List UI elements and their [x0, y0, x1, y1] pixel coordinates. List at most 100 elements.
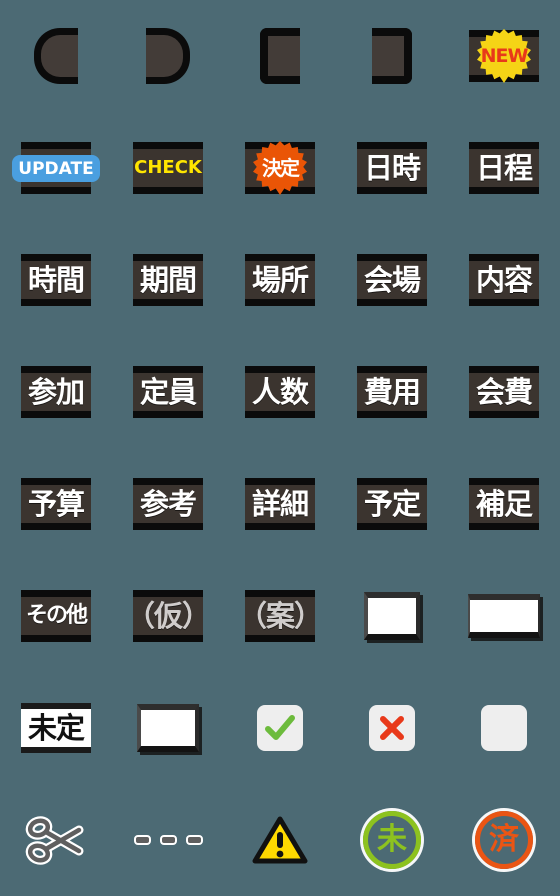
emoji-cell-paren-left[interactable]	[0, 0, 112, 112]
emoji-cell-jikan[interactable]: 時間	[0, 224, 112, 336]
emoji-cell-paren-right[interactable]	[112, 0, 224, 112]
nichiji-label-plate: 日時	[357, 142, 427, 194]
jikan-label-plate: 時間	[21, 254, 91, 306]
emoji-cell-teiin[interactable]: 定員	[112, 336, 224, 448]
round-bracket-right-shape	[146, 28, 190, 84]
emoji-cell-hiyou[interactable]: 費用	[336, 336, 448, 448]
round-bracket-right	[146, 28, 190, 84]
shousai-label-plate: 詳細	[245, 478, 315, 530]
emoji-cell-ninzuu[interactable]: 人数	[224, 336, 336, 448]
blank-wide-box	[468, 594, 540, 638]
sankou-label-text: 参考	[139, 486, 197, 521]
warning-triangle-icon	[252, 816, 308, 864]
emoji-cell-yosan[interactable]: 予算	[0, 448, 112, 560]
emoji-cell-scissors[interactable]	[0, 784, 112, 896]
check-badge-text: CHECK	[134, 157, 202, 178]
square-bracket-right-shape	[372, 28, 412, 84]
hiyou-label-plate: 費用	[357, 366, 427, 418]
emoji-cell-crossmark[interactable]	[336, 672, 448, 784]
teiin-label-text: 定員	[139, 374, 197, 409]
emoji-cell-warning[interactable]	[224, 784, 336, 896]
kaijou-label-text: 会場	[363, 262, 421, 297]
naiyou-label-plate: 内容	[469, 254, 539, 306]
cross-mark-icon	[380, 716, 404, 740]
yosan-label-text: 予算	[27, 486, 85, 521]
emoji-cell-nittei[interactable]: 日程	[448, 112, 560, 224]
shousai-label-text: 詳細	[251, 486, 309, 521]
emoji-cell-naiyou[interactable]: 内容	[448, 224, 560, 336]
emoji-cell-blank-a[interactable]	[336, 560, 448, 672]
new-badge-plate: NEW	[469, 29, 539, 83]
an-label-plate: （案）	[238, 590, 323, 642]
mi-stamp-icon-text: 未	[377, 822, 407, 857]
emoji-cell-cutline[interactable]	[112, 784, 224, 896]
cross-mark-icon-tile	[369, 705, 415, 751]
scissors-icon	[25, 816, 84, 865]
yotei-label-plate: 予定	[357, 478, 427, 530]
kikan-label-plate: 期間	[133, 254, 203, 306]
blank-note-box	[137, 704, 199, 752]
emoji-cell-blank-b[interactable]	[448, 560, 560, 672]
check-mark-icon-tile	[257, 705, 303, 751]
ninzuu-label-plate: 人数	[245, 366, 315, 418]
blank-label-box	[364, 592, 420, 640]
mitei-label-plate: 未定	[21, 703, 91, 753]
emoji-cell-yotei[interactable]: 予定	[336, 448, 448, 560]
emoji-cell-update[interactable]: UPDATE	[0, 112, 112, 224]
square-bracket-right	[372, 28, 412, 84]
emoji-cell-sanka[interactable]: 参加	[0, 336, 112, 448]
nichiji-label-text: 日時	[363, 150, 421, 185]
emoji-cell-nichiji[interactable]: 日時	[336, 112, 448, 224]
square-bracket-left-shape	[260, 28, 300, 84]
round-bracket-left	[34, 28, 78, 84]
new-badge-text: NEW	[480, 44, 529, 67]
emoji-cell-new[interactable]: NEW	[448, 0, 560, 112]
basho-label-plate: 場所	[245, 254, 315, 306]
emoji-cell-emptybox[interactable]	[448, 672, 560, 784]
new-badge-starburst: NEW	[477, 29, 531, 83]
emoji-cell-mi-stamp[interactable]: 未	[336, 784, 448, 896]
emoji-cell-shousai[interactable]: 詳細	[224, 448, 336, 560]
emoji-cell-kaihi[interactable]: 会費	[448, 336, 560, 448]
hosoku-label-plate: 補足	[469, 478, 539, 530]
cut-dash-icon	[133, 835, 151, 845]
emoji-cell-kikan[interactable]: 期間	[112, 224, 224, 336]
check-mark-icon	[265, 715, 295, 740]
hosoku-label-text: 補足	[475, 486, 533, 521]
kaihi-label-text: 会費	[475, 374, 533, 409]
emoji-cell-mitei[interactable]: 未定	[0, 672, 112, 784]
cut-line-dashes-icon	[133, 835, 203, 845]
check-badge-plate: CHECK	[133, 142, 203, 194]
emoji-cell-an[interactable]: （案）	[224, 560, 336, 672]
sonota-label-plate: その他	[21, 590, 91, 642]
kettei-badge-starburst: 決定	[253, 141, 307, 195]
teiin-label-plate: 定員	[133, 366, 203, 418]
cut-dash-icon	[185, 835, 203, 845]
zumi-stamp-icon: 済	[475, 811, 533, 869]
emoji-cell-checkmark[interactable]	[224, 672, 336, 784]
kari-label-plate: （仮）	[126, 590, 211, 642]
an-label-text: （案）	[238, 598, 323, 633]
zumi-stamp-icon-text: 済	[489, 822, 519, 857]
emoji-cell-sqbrk-right[interactable]	[336, 0, 448, 112]
emoji-cell-hosoku[interactable]: 補足	[448, 448, 560, 560]
emoji-cell-kaijou[interactable]: 会場	[336, 224, 448, 336]
emoji-cell-blank-c[interactable]	[112, 672, 224, 784]
emoji-cell-kari[interactable]: （仮）	[112, 560, 224, 672]
emoji-cell-kettei[interactable]: 決定	[224, 112, 336, 224]
emoji-cell-sonota[interactable]: その他	[0, 560, 112, 672]
square-bracket-left	[260, 28, 300, 84]
sankou-label-plate: 参考	[133, 478, 203, 530]
round-bracket-left-shape	[34, 28, 78, 84]
kaijou-label-plate: 会場	[357, 254, 427, 306]
kaihi-label-plate: 会費	[469, 366, 539, 418]
emoji-cell-basho[interactable]: 場所	[224, 224, 336, 336]
nittei-label-plate: 日程	[469, 142, 539, 194]
kari-label-text: （仮）	[126, 598, 211, 633]
kettei-badge-plate: 決定	[245, 141, 315, 195]
sonota-label-text: その他	[25, 603, 88, 628]
emoji-cell-zumi-stamp[interactable]: 済	[448, 784, 560, 896]
emoji-cell-sankou[interactable]: 参考	[112, 448, 224, 560]
emoji-cell-check[interactable]: CHECK	[112, 112, 224, 224]
emoji-cell-sqbrk-left[interactable]	[224, 0, 336, 112]
